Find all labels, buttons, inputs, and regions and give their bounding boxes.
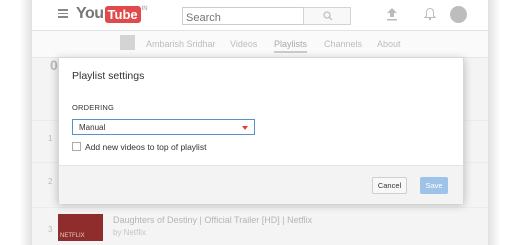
cancel-button[interactable]: Cancel [372,177,407,194]
logo-you-text: You [76,5,104,22]
bell-icon[interactable] [424,7,436,21]
tab-videos[interactable]: Videos [230,39,257,49]
dialog-title: Playlist settings [72,70,145,82]
youtube-logo[interactable]: You Tube IN [76,5,148,23]
row-number: 3 [48,225,53,234]
upload-icon[interactable] [386,7,398,21]
video-channel[interactable]: by Netflix [113,228,146,237]
chevron-down-icon [242,126,248,130]
channel-avatar[interactable] [120,35,135,50]
playlist-settings-dialog: Playlist settings ORDERING Manual Add ne… [58,57,464,204]
window-shadow-left [20,0,32,245]
row-number: 2 [48,177,53,186]
search-icon [323,11,333,21]
channel-nav: Ambarish Sridhar Videos Playlists Channe… [32,31,488,58]
logo-tube-text: Tube [104,5,141,23]
add-to-top-label[interactable]: Add new videos to top of playlist [85,142,206,152]
search-button[interactable] [303,7,351,25]
window-shadow-right [488,0,500,245]
add-to-top-checkbox[interactable] [72,142,81,151]
row-number: 1 [48,134,53,143]
ordering-select[interactable]: Manual [72,119,255,135]
channel-name[interactable]: Ambarish Sridhar [146,39,216,49]
tab-playlists[interactable]: Playlists [274,39,308,53]
ordering-label: ORDERING [72,103,115,112]
ordering-value: Manual [79,123,106,132]
dialog-footer: Cancel Save [59,165,463,204]
playlist-heading-fragment: 0 [50,57,58,73]
tab-channels[interactable]: Channels [324,39,362,49]
logo-region-text: IN [141,6,148,12]
search-box [182,7,304,25]
video-title[interactable]: Daughters of Destiny | Official Trailer … [113,215,312,225]
tab-about[interactable]: About [377,39,401,49]
video-thumbnail[interactable]: NETFLIX [58,214,103,241]
avatar[interactable] [450,6,467,23]
thumbnail-text: NETFLIX [60,233,85,239]
menu-icon[interactable] [58,9,68,18]
save-button[interactable]: Save [420,177,448,194]
search-input[interactable] [183,11,303,25]
youtube-header: You Tube IN [32,0,488,31]
